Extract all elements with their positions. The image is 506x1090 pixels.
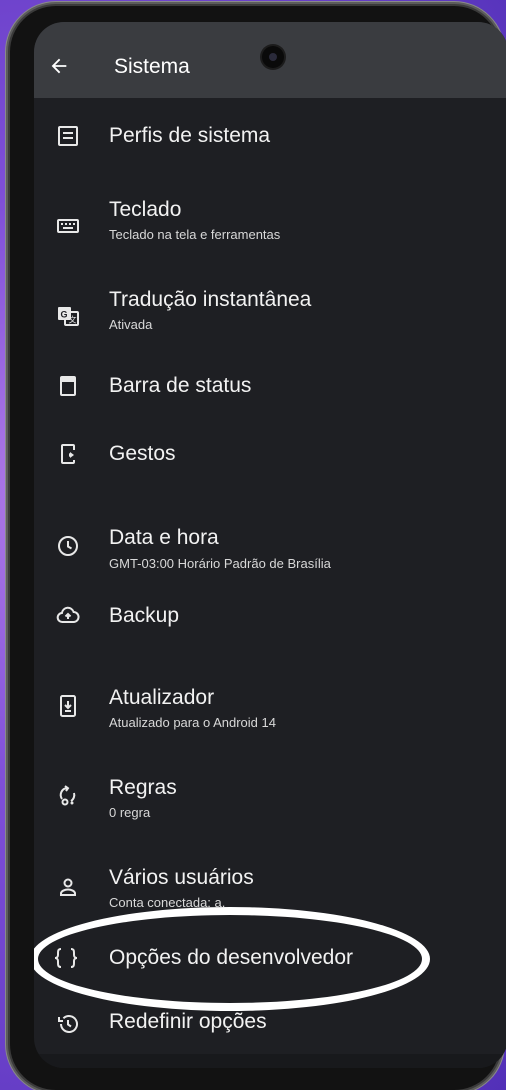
translate-icon: G文 bbox=[56, 304, 80, 328]
settings-item-keyboard[interactable]: Teclado Teclado na tela e ferramentas bbox=[34, 190, 506, 250]
cloud-upload-icon bbox=[56, 603, 80, 627]
settings-item-label: Barra de status bbox=[109, 374, 252, 397]
settings-item-subtitle: Ativada bbox=[109, 317, 153, 332]
screen-bottom-edge bbox=[34, 1054, 506, 1068]
page-title: Sistema bbox=[114, 55, 190, 78]
settings-item-updater[interactable]: Atualizador Atualizado para o Android 14 bbox=[34, 670, 506, 730]
settings-item-developer-options[interactable]: Opções do desenvolvedor bbox=[34, 928, 506, 988]
settings-item-date-time[interactable]: Data e hora GMT-03:00 Horário Padrão de … bbox=[34, 508, 506, 571]
settings-item-label: Teclado bbox=[109, 198, 182, 221]
settings-item-label: Regras bbox=[109, 776, 177, 799]
code-braces-icon bbox=[52, 946, 80, 970]
svg-text:文: 文 bbox=[69, 315, 77, 325]
rules-icon bbox=[56, 784, 80, 808]
arrow-left-icon[interactable] bbox=[48, 55, 70, 77]
settings-item-multiple-users[interactable]: Vários usuários Conta conectada: a. bbox=[34, 850, 506, 910]
phone-frame: Sistema Perfis de sistema Teclado Teclad… bbox=[10, 6, 506, 1090]
settings-item-gestures[interactable]: Gestos bbox=[34, 424, 506, 484]
settings-item-instant-translation[interactable]: G文 Tradução instantânea Ativada bbox=[34, 280, 506, 340]
history-icon bbox=[56, 1012, 80, 1036]
settings-item-label: Data e hora bbox=[109, 526, 219, 549]
settings-screen: Sistema Perfis de sistema Teclado Teclad… bbox=[34, 22, 506, 1068]
settings-item-label: Atualizador bbox=[109, 686, 215, 709]
user-icon bbox=[56, 875, 80, 899]
settings-item-label: Redefinir opções bbox=[109, 1010, 267, 1033]
system-profile-icon bbox=[56, 124, 80, 148]
system-update-icon bbox=[56, 694, 80, 718]
app-bar: Sistema bbox=[34, 22, 506, 98]
settings-item-subtitle: GMT-03:00 Horário Padrão de Brasília bbox=[109, 556, 331, 571]
settings-item-label: Gestos bbox=[109, 442, 176, 465]
front-camera bbox=[262, 46, 284, 68]
settings-item-status-bar[interactable]: Barra de status bbox=[34, 356, 506, 416]
settings-item-label: Vários usuários bbox=[109, 866, 254, 889]
settings-item-system-profiles[interactable]: Perfis de sistema bbox=[34, 106, 506, 166]
settings-item-backup[interactable]: Backup bbox=[34, 586, 506, 646]
gestures-icon bbox=[56, 442, 80, 466]
status-bar-icon bbox=[56, 374, 80, 398]
svg-text:G: G bbox=[61, 310, 68, 320]
settings-item-label: Perfis de sistema bbox=[109, 124, 271, 147]
clock-icon bbox=[56, 534, 80, 558]
settings-item-subtitle: 0 regra bbox=[109, 805, 151, 820]
settings-item-subtitle: Teclado na tela e ferramentas bbox=[109, 227, 281, 242]
settings-item-subtitle: Atualizado para o Android 14 bbox=[109, 715, 276, 730]
settings-item-label: Backup bbox=[109, 604, 180, 627]
settings-item-label: Opções do desenvolvedor bbox=[109, 946, 353, 969]
keyboard-icon bbox=[56, 214, 80, 238]
settings-item-label: Tradução instantânea bbox=[109, 288, 312, 311]
settings-item-rules[interactable]: Regras 0 regra bbox=[34, 760, 506, 820]
